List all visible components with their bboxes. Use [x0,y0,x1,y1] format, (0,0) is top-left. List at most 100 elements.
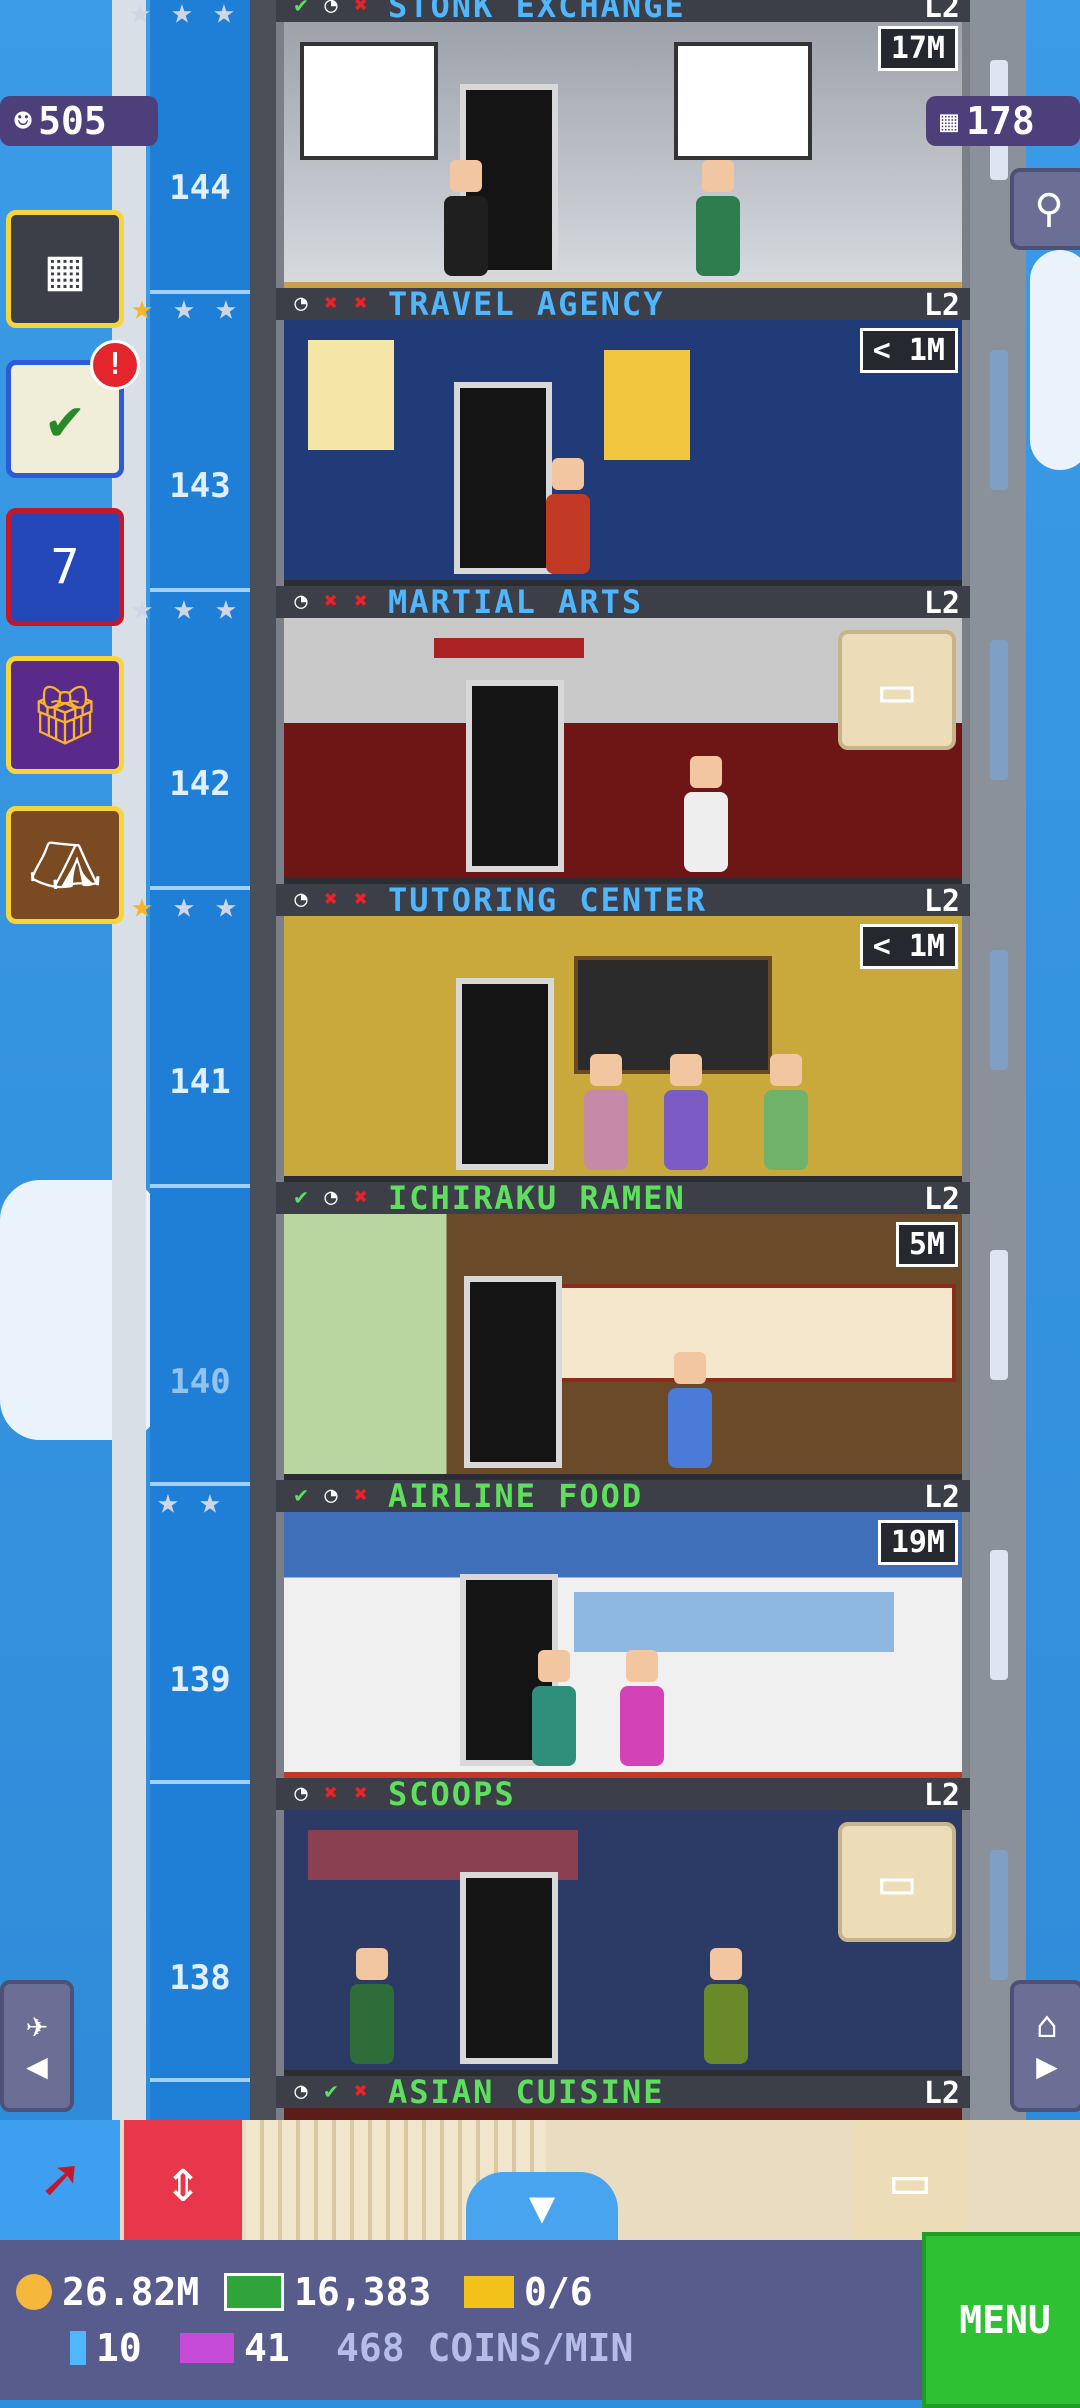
door [456,978,554,1170]
floor-level: L2 [923,586,960,621]
star-icon: ★ [171,0,193,32]
x-icon: ✖ [354,1483,368,1508]
floor-tutoring-center[interactable]: ◔ ✖ ✖ TUTORING CENTER L2 < 1M [276,881,970,1184]
floor-number: 140 [169,1362,231,1402]
floor-price: 5M [895,1222,958,1267]
calendar-button[interactable]: 7 [6,508,124,626]
person-icon: ☻ [14,103,33,139]
roof-nav-button[interactable]: ⌂ ▶ [1010,1980,1080,2112]
floor-martial-arts[interactable]: ◔ ✖ ✖ MARTIAL ARTS L2 ▭ [276,583,970,886]
tenant [620,1650,664,1766]
shaft-divider [150,1184,250,1188]
pointer-tool-button[interactable]: ➚ [0,2120,120,2242]
tenant [546,458,590,574]
door [466,680,564,872]
tickets-stat: 0/6 [464,2270,593,2314]
search-button[interactable]: ⚲ [1010,168,1080,250]
income-rate: 468 COINS/MIN [336,2326,633,2370]
room-interior [284,22,962,284]
bux-stat: 16,383 [224,2270,431,2314]
floor-ichiraku-ramen[interactable]: ✔ ◔ ✖ ICHIRAKU RAMEN L2 5M [276,1179,970,1482]
lobby-nav-button[interactable]: ✈ ◀ [0,1980,74,2112]
clock-icon: ◔ [324,0,338,18]
restock-box-button[interactable]: ▭ [838,1822,956,1942]
floor-number: 143 [169,466,231,506]
floor-level: L2 [923,884,960,919]
star-icon: ★ [129,0,151,32]
tenant [684,756,728,872]
tenant [704,1948,748,2064]
chevron-down-icon: ▼ [528,2181,556,2233]
x-icon: ✖ [354,0,368,18]
x-icon: ✖ [354,887,368,912]
gift-icon: 🎁︎ [28,680,102,749]
income-rate-value: 468 COINS/MIN [336,2326,634,2370]
floor-header: ✔ ◔ ✖ AIRLINE FOOD L2 [276,1477,970,1515]
floor-name: TRAVEL AGENCY [388,285,665,323]
door [464,1276,562,1468]
star-icon: ★ [173,885,195,926]
window [990,640,1008,780]
home-icon: ⌂ [1036,2005,1058,2046]
window [990,1550,1008,1680]
floor-name: MARTIAL ARTS [388,583,644,621]
x-icon: ✖ [354,1781,368,1806]
floor-header: ✔ ◔ ✖ ICHIRAKU RAMEN L2 [276,1179,970,1217]
bux-value: 16,383 [294,2270,432,2314]
floor-header: ◔ ✖ ✖ TRAVEL AGENCY L2 [276,285,970,323]
calendar-icon: 7 [50,539,80,595]
restock-box-button[interactable]: ▭ [852,2120,968,2242]
clock-icon: ◔ [294,887,308,912]
x-icon: ✖ [324,291,338,316]
clock-icon: ◔ [294,589,308,614]
menu-button[interactable]: MENU [922,2232,1080,2408]
plane-windows [574,1592,894,1652]
floor-rating: ★ ★ ★ [124,888,244,924]
floor-travel-agency[interactable]: ◔ ✖ ✖ TRAVEL AGENCY L2 < 1M [276,285,970,588]
collapse-toolbar-button[interactable]: ▼ [466,2172,618,2242]
floor-stonk-exchange[interactable]: ✔ ◔ ✖ STONK EXCHANGE L2 17M [276,0,970,290]
floor-rating: ★ ★ ★ [124,590,244,626]
floor-rating: ★ ★ ★ [124,290,244,326]
build-floor-button[interactable]: ▦ [6,210,124,328]
gift-button[interactable]: 🎁︎ [6,656,124,774]
tickets-value: 0/6 [524,2270,593,2314]
floor-level: L2 [923,1480,960,1515]
person-icon: ✈ [26,2005,48,2046]
star-icon: ★ [157,1481,179,1522]
coins-value: 26.82M [62,2270,200,2314]
box-icon: ▭ [880,657,914,723]
tenant [696,160,740,276]
star-icon: ★ [131,885,153,926]
star-icon: ★ [215,287,237,328]
floor-airline-food[interactable]: ✔ ◔ ✖ AIRLINE FOOD L2 19M [276,1477,970,1780]
check-icon: ✔ [294,1483,308,1508]
population-counter[interactable]: ☻ 505 [0,96,158,146]
box-icon: ▭ [891,2146,929,2216]
star-icon: ★ [131,287,153,328]
x-icon: ✖ [324,1781,338,1806]
keys-value: 10 [96,2326,142,2370]
star-icon: ★ [213,0,235,32]
bux-counter[interactable]: ▦ 178 [926,96,1080,146]
floor-level: L2 [923,288,960,323]
floor-rating: ★ ★ [150,1484,228,1520]
floor-header: ✔ ◔ ✖ STONK EXCHANGE L2 [276,0,970,25]
building-icon: ▦ [47,235,83,303]
elevator-button[interactable]: ⇕ [124,2120,242,2242]
poster [604,350,690,460]
status-bar: 26.82M 16,383 0/6 10 41 468 COINS/MIN [0,2240,1080,2400]
coin-icon [16,2274,52,2310]
tenant [444,160,488,276]
ramen-banner [558,1284,956,1382]
floor-scoops[interactable]: ◔ ✖ ✖ SCOOPS L2 ▭ [276,1775,970,2078]
stock-board [674,42,812,160]
shop-button[interactable]: ⛺︎ [6,806,124,924]
vip-stat: 41 [180,2326,290,2370]
floor-header: ◔ ✖ ✖ TUTORING CENTER L2 [276,881,970,919]
clock-icon: ◔ [324,1483,338,1508]
floor-price: < 1M [859,328,958,373]
shaft-divider [150,2078,250,2082]
floor-header: ◔ ✖ ✖ MARTIAL ARTS L2 [276,583,970,621]
restock-box-button[interactable]: ▭ [838,630,956,750]
